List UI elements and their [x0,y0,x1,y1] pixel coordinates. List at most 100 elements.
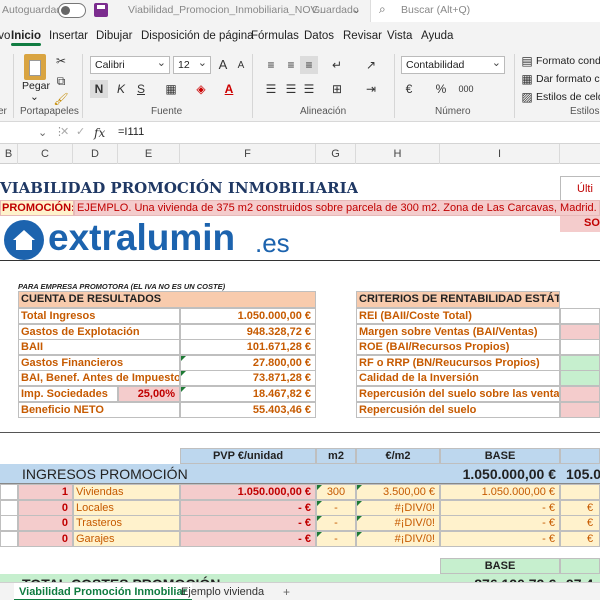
align-top-icon[interactable]: ≡ [262,56,280,74]
orientation-icon[interactable]: ↗ [362,56,380,74]
result-label[interactable]: Beneficio NETO [18,401,180,418]
indent-icon[interactable]: ⇥ [362,80,380,98]
criteria-label[interactable]: REI (BAII/Coste Total) [356,308,560,324]
income-pvp[interactable]: 1.050.000,00 € [180,484,316,500]
results-header[interactable]: CUENTA DE RESULTADOS [18,291,316,308]
bold-button[interactable]: N [90,80,108,98]
header-m2[interactable]: m2 [316,448,356,464]
income-title[interactable]: INGRESOS PROMOCIÓN [0,464,440,484]
column-header-e[interactable]: E [118,144,180,164]
merge-icon[interactable]: ⊞ [328,80,346,98]
decrease-font-icon[interactable]: A [232,57,250,75]
income-m2[interactable]: - [316,530,356,547]
italic-button[interactable]: K [112,80,130,98]
criteria-value[interactable] [560,323,600,340]
cell-styles-icon[interactable]: ▨ [518,88,536,106]
result-value[interactable]: 101.671,28 € [180,339,316,356]
income-qty[interactable]: 0 [18,499,73,516]
tax-rate[interactable]: 25,00% [118,386,180,402]
header-eur-m2[interactable]: €/m2 [356,448,440,464]
criteria-header[interactable]: CRITERIOS DE RENTABILIDAD ESTÁTICA [356,291,560,308]
cut-icon[interactable]: ✂ [52,52,70,70]
align-right-icon[interactable]: ☰ [300,80,318,98]
sheet-tab-viabilidad[interactable]: Viabilidad Promoción Inmobiliar [14,583,192,600]
tab-dibujar[interactable]: Dibujar [96,30,132,42]
criteria-value[interactable] [560,370,600,387]
income-type[interactable]: Viviendas [73,484,180,500]
header-pvp[interactable]: PVP €/unidad [180,448,316,464]
costs-total[interactable]: 876.120,72 € [440,574,560,582]
costs-base-header[interactable]: BASE [440,558,560,574]
result-label[interactable]: Total Ingresos [18,308,180,324]
income-type[interactable]: Trasteros [73,515,180,532]
so-cell[interactable]: SO [560,216,600,232]
namebox-chevron-icon[interactable]: ⌄ [38,126,47,139]
criteria-label[interactable]: Repercusión del suelo [356,401,560,418]
income-total[interactable]: 1.050.000,00 € [440,464,560,484]
result-label[interactable]: Gastos Financieros [18,354,180,371]
income-extra[interactable]: € [560,499,600,516]
result-label[interactable]: BAI, Benef. Antes de Impuestos [18,370,180,387]
income-m2[interactable]: 300 [316,484,356,500]
costs-total-extra[interactable]: 97.4 [560,574,600,582]
autosave-toggle[interactable] [58,3,86,18]
save-icon[interactable] [94,3,108,17]
tab-formulas[interactable]: Fórmulas [251,30,299,42]
tab-disposicion[interactable]: Disposición de página [141,30,254,42]
copy-icon[interactable]: ⧉ [52,72,70,90]
costs-base-extra[interactable] [560,558,600,574]
formula-input[interactable]: =I111 [118,126,144,138]
income-qty[interactable]: 1 [18,484,73,500]
tab-revisar[interactable]: Revisar [343,30,382,42]
income-qty[interactable]: 0 [18,530,73,547]
result-value[interactable]: 27.800,00 € [180,354,316,371]
income-eur-m2[interactable]: #¡DIV/0! [356,530,440,547]
promo-description[interactable]: EJEMPLO. Una vivienda de 375 m2 construi… [74,200,600,216]
column-header-i[interactable]: I [440,144,560,164]
number-format-combo[interactable]: Contabilidad [401,56,505,74]
income-m2[interactable]: - [316,499,356,516]
criteria-value[interactable] [560,354,600,371]
result-value[interactable]: 18.467,82 € [180,386,316,402]
tab-insertar[interactable]: Insertar [49,30,88,42]
income-extra[interactable]: € [560,515,600,532]
criteria-value[interactable] [560,401,600,418]
search-box[interactable]: ⌕ Buscar (Alt+Q) [370,0,600,22]
result-label[interactable]: Imp. Sociedades [18,386,118,402]
thousands-button[interactable]: 000 [454,80,478,98]
tab-ayuda[interactable]: Ayuda [421,30,453,42]
column-header-g[interactable]: G [316,144,356,164]
income-qty[interactable]: 0 [18,515,73,532]
cell-styles-label[interactable]: Estilos de celda [536,91,600,103]
result-value[interactable]: 73.871,28 € [180,370,316,387]
header-base[interactable]: BASE [440,448,560,464]
income-eur-m2[interactable]: #¡DIV/0! [356,515,440,532]
fx-icon[interactable]: fx [94,126,105,140]
tab-datos[interactable]: Datos [304,30,334,42]
column-header-h[interactable]: H [356,144,440,164]
income-pvp[interactable]: - € [180,530,316,547]
top-right-cell[interactable]: Últi [560,176,600,202]
cancel-icon[interactable]: ✕ [60,125,69,138]
income-base[interactable]: 1.050.000,00 € [440,484,560,500]
income-total-extra[interactable]: 105.0 [560,464,600,484]
income-extra[interactable]: € [560,530,600,547]
cond-format-label[interactable]: Formato condicional [536,55,600,67]
add-sheet-icon[interactable]: + [278,583,295,600]
criteria-label[interactable]: Calidad de la Inversión [356,370,560,387]
criteria-value[interactable] [560,339,600,356]
costs-title[interactable]: TOTAL COSTES PROMOCIÓN [0,574,440,582]
table-format-icon[interactable]: ▦ [518,70,536,88]
promo-label[interactable]: PROMOCIÓN: [0,200,74,216]
result-label[interactable]: BAII [18,339,180,356]
cond-format-icon[interactable]: ▤ [518,52,536,70]
result-value[interactable]: 55.403,46 € [180,401,316,418]
criteria-label[interactable]: ROE (BAI/Recursos Propios) [356,339,560,356]
criteria-label[interactable]: Repercusión del suelo sobre las ventas [356,386,560,402]
fill-color-icon[interactable]: ◈ [192,80,210,98]
paste-chevron-icon[interactable]: ⌄ [30,91,39,103]
wrap-text-icon[interactable]: ↵ [328,56,346,74]
sheet-tab-ejemplo[interactable]: Ejemplo vivienda [176,583,269,600]
underline-button[interactable]: S [132,80,150,98]
sheet-title[interactable]: VIABILIDAD PROMOCIÓN INMOBILIARIA [0,178,358,198]
